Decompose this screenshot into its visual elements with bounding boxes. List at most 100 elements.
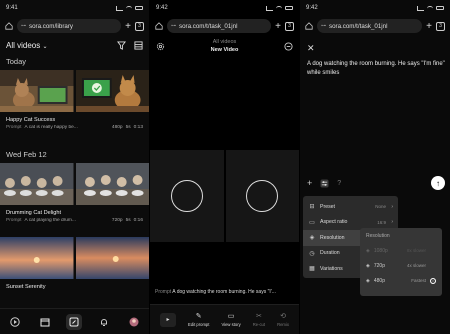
address-bar[interactable]: ⊶ sora.com/library (17, 19, 122, 33)
task-screen: 9:42 ⊶ sora.com/t/task_01jnl + 3 ⋮ All v… (150, 0, 299, 334)
video-thumbnail[interactable] (75, 237, 149, 279)
selected-radio-icon[interactable] (430, 277, 436, 284)
status-bar: 9:42 (150, 0, 299, 16)
section-header: Wed Feb 12 (6, 150, 47, 159)
settings-sliders-icon[interactable] (320, 178, 329, 188)
video-title[interactable]: Drumming Cat Delight (0, 205, 149, 218)
tab-switcher-button[interactable]: 3 (135, 21, 144, 31)
variations-icon: ▦ (309, 266, 315, 273)
site-info-icon[interactable]: ⊶ (321, 23, 326, 29)
video-title[interactable]: Sunset Serenity (0, 279, 149, 292)
video-duration: 5s (125, 125, 131, 130)
wifi-icon (126, 5, 132, 11)
filter-icon[interactable] (117, 40, 126, 50)
video-resolution: 720p (111, 218, 123, 223)
help-button[interactable]: ? (337, 180, 341, 187)
status-time: 9:42 (306, 5, 318, 11)
url-text: sora.com/library (29, 22, 74, 30)
play-button[interactable]: ▸ (160, 312, 176, 327)
video-prompt: A cat playing the drum... (24, 218, 76, 223)
video-thumbnail[interactable] (0, 237, 74, 279)
video-row[interactable] (0, 163, 149, 205)
library-screen: 9:41 ⊶ sora.com/library + 3 ⋮ All videos… (0, 0, 149, 334)
prompt-input[interactable]: A dog watching the room burning. He says… (307, 60, 445, 77)
video-thumbnail[interactable] (0, 163, 74, 205)
storyboard-icon: ▭ (227, 313, 235, 320)
signal-icon (116, 5, 123, 11)
aspect-ratio-icon: ▭ (309, 219, 315, 226)
battery-icon (285, 6, 293, 10)
video-placeholder[interactable] (225, 150, 299, 242)
wifi-icon (276, 5, 282, 11)
pencil-icon: ✎ (195, 313, 202, 320)
resolution-option-480p[interactable]: ◈ 480p Fastest (360, 273, 442, 288)
resolution-option-720p[interactable]: ◈ 720p 4x slower (360, 258, 442, 273)
home-icon[interactable] (5, 22, 13, 30)
grid-view-icon[interactable] (134, 40, 143, 50)
new-tab-button[interactable]: + (125, 21, 131, 32)
address-bar[interactable]: ⊶ sora.com/t/task_01jnl (167, 19, 272, 33)
signal-icon (266, 5, 273, 11)
video-row[interactable] (0, 70, 149, 112)
bell-icon[interactable] (96, 314, 112, 330)
status-time: 9:42 (156, 5, 168, 11)
loading-spinner-icon (246, 180, 279, 212)
videos-filter-dropdown[interactable]: All videos ⌄ (6, 41, 48, 50)
bottom-navigation (0, 308, 149, 334)
address-bar[interactable]: ⊶ sora.com/t/task_01jnl (317, 19, 423, 33)
submenu-title: Resolution (366, 233, 390, 239)
url-text: sora.com/t/task_01jnl (329, 22, 388, 30)
breadcrumb[interactable]: All videos (150, 36, 299, 45)
video-timestamp: 0:16 (133, 218, 143, 223)
generating-videos (150, 150, 299, 242)
menu-item-preset[interactable]: ⊟ Preset None › (303, 199, 398, 215)
video-title[interactable]: Happy Cat Success (0, 112, 149, 125)
status-bar: 9:41 (0, 0, 149, 16)
chevron-right-icon: › (391, 203, 393, 210)
tab-switcher-button[interactable]: 3 (436, 21, 445, 31)
scissors-icon: ✂ (255, 313, 262, 320)
status-time: 9:41 (6, 5, 18, 11)
avatar[interactable] (126, 314, 142, 330)
video-thumbnail[interactable] (0, 70, 74, 112)
new-tab-button[interactable]: + (426, 21, 432, 32)
resolution-option-1080p[interactable]: ◈ 1080p 8x slower (360, 243, 442, 258)
play-icon[interactable] (7, 314, 23, 330)
submit-arrow-button[interactable]: ↑ (431, 176, 445, 190)
video-duration: 5s (125, 218, 131, 223)
re-cut-button[interactable]: ✂ Re-cut (253, 312, 265, 327)
remix-icon: ⟲ (280, 313, 286, 320)
loading-spinner-icon (170, 180, 203, 212)
remix-button[interactable]: ⟲ Remix (277, 312, 289, 327)
add-media-button[interactable]: + (307, 178, 312, 188)
wifi-icon (427, 5, 433, 11)
new-tab-button[interactable]: + (275, 21, 281, 32)
edit-prompt-button[interactable]: ✎ Edit prompt (188, 312, 209, 327)
site-info-icon[interactable]: ⊶ (21, 23, 26, 29)
battery-icon (436, 6, 444, 10)
browser-bar: ⊶ sora.com/t/task_01jnl + 3 ⋮ (150, 16, 299, 36)
home-icon[interactable] (155, 22, 163, 30)
video-thumbnail[interactable] (75, 70, 149, 112)
section-header: Today (6, 57, 27, 66)
status-bar: 9:42 (300, 0, 450, 16)
video-row[interactable] (0, 237, 149, 279)
task-prompt: Prompt A dog watching the room burning. … (155, 289, 276, 295)
chevron-right-icon: › (391, 219, 393, 226)
library-header: All videos ⌄ (0, 36, 149, 54)
resolution-submenu: Resolution ◈ 1080p 8x slower ◈ 720p 4x s… (360, 228, 442, 296)
tab-switcher-button[interactable]: 3 (285, 21, 294, 31)
home-icon[interactable] (305, 22, 313, 30)
site-info-icon[interactable]: ⊶ (171, 23, 176, 29)
minus-circle-icon[interactable] (284, 42, 293, 51)
video-timestamp: 0:13 (133, 125, 143, 130)
resolution-icon: ◈ (309, 235, 315, 242)
settings-icon[interactable] (156, 42, 165, 51)
video-prompt: A cat is really happy be... (24, 125, 78, 130)
video-thumbnail[interactable] (75, 163, 149, 205)
library-icon[interactable] (37, 314, 53, 330)
video-placeholder[interactable] (150, 150, 224, 242)
close-icon[interactable]: ✕ (307, 43, 315, 54)
compose-icon[interactable] (66, 313, 83, 330)
view-story-button[interactable]: ▭ View story (221, 312, 240, 327)
